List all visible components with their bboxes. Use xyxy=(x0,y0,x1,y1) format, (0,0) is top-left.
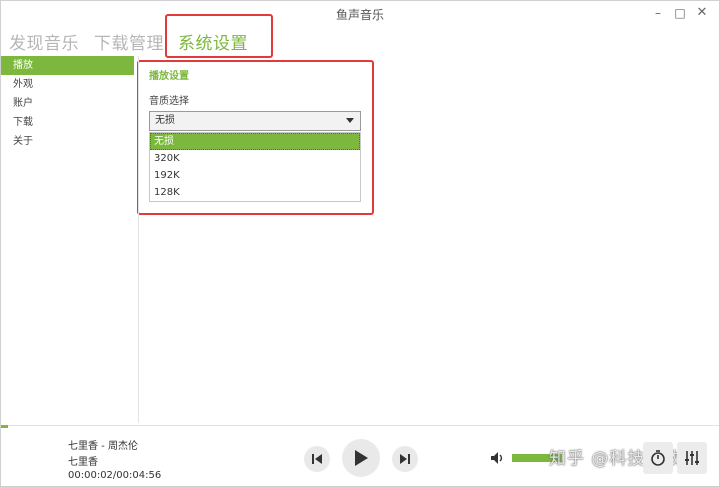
app-window: 鱼声音乐 – □ ✕ 发现音乐 下载管理 系统设置 播放 外观 账户 下载 关于… xyxy=(0,0,720,487)
equalizer-button[interactable] xyxy=(677,442,707,474)
tab-system-settings[interactable]: 系统设置 xyxy=(178,29,248,54)
progress-bar[interactable] xyxy=(1,425,8,428)
tab-download-manager[interactable]: 下载管理 xyxy=(94,29,164,54)
previous-button[interactable] xyxy=(304,446,330,472)
next-button[interactable] xyxy=(392,446,418,472)
maximize-button[interactable]: □ xyxy=(671,5,689,21)
skip-previous-icon xyxy=(312,454,322,464)
timer-icon xyxy=(651,450,665,466)
quality-dropdown-list: 无损 320K 192K 128K xyxy=(149,132,361,202)
equalizer-icon xyxy=(685,451,699,465)
skip-next-icon xyxy=(400,454,410,464)
sidebar-item-playback[interactable]: 播放 xyxy=(1,56,134,75)
top-navigation: 发现音乐 下载管理 系统设置 xyxy=(1,27,719,57)
player-bar: 七里香 - 周杰伦 七里香 00:00:02/00:04:56 知乎 @科技指数 xyxy=(1,425,719,487)
quality-option-128k[interactable]: 128K xyxy=(150,184,360,201)
minimize-button[interactable]: – xyxy=(649,5,667,21)
play-button[interactable] xyxy=(342,439,380,477)
quality-option-320k[interactable]: 320K xyxy=(150,150,360,167)
tab-discover-music[interactable]: 发现音乐 xyxy=(9,29,79,54)
song-time: 00:00:02/00:04:56 xyxy=(68,470,162,481)
settings-sidebar: 播放 外观 账户 下载 关于 xyxy=(1,56,139,423)
sidebar-item-about[interactable]: 关于 xyxy=(1,132,138,151)
quality-option-lossless[interactable]: 无损 xyxy=(150,133,360,150)
song-title: 七里香 - 周杰伦 xyxy=(68,441,138,452)
timer-button[interactable] xyxy=(643,442,673,474)
song-album: 七里香 xyxy=(68,457,98,468)
chevron-down-icon xyxy=(346,118,354,123)
sidebar-item-appearance[interactable]: 外观 xyxy=(1,75,138,94)
close-button[interactable]: ✕ xyxy=(693,5,711,21)
play-icon xyxy=(355,450,368,466)
sidebar-item-download[interactable]: 下载 xyxy=(1,113,138,132)
title-bar[interactable]: 鱼声音乐 – □ ✕ xyxy=(1,1,719,27)
window-title: 鱼声音乐 xyxy=(335,8,384,22)
quality-label: 音质选择 xyxy=(149,96,189,107)
sidebar-item-account[interactable]: 账户 xyxy=(1,94,138,113)
quality-option-192k[interactable]: 192K xyxy=(150,167,360,184)
quality-select-value: 无损 xyxy=(155,115,175,126)
quality-select[interactable]: 无损 xyxy=(149,111,361,131)
volume-icon[interactable] xyxy=(490,451,504,465)
section-title: 播放设置 xyxy=(149,71,189,82)
